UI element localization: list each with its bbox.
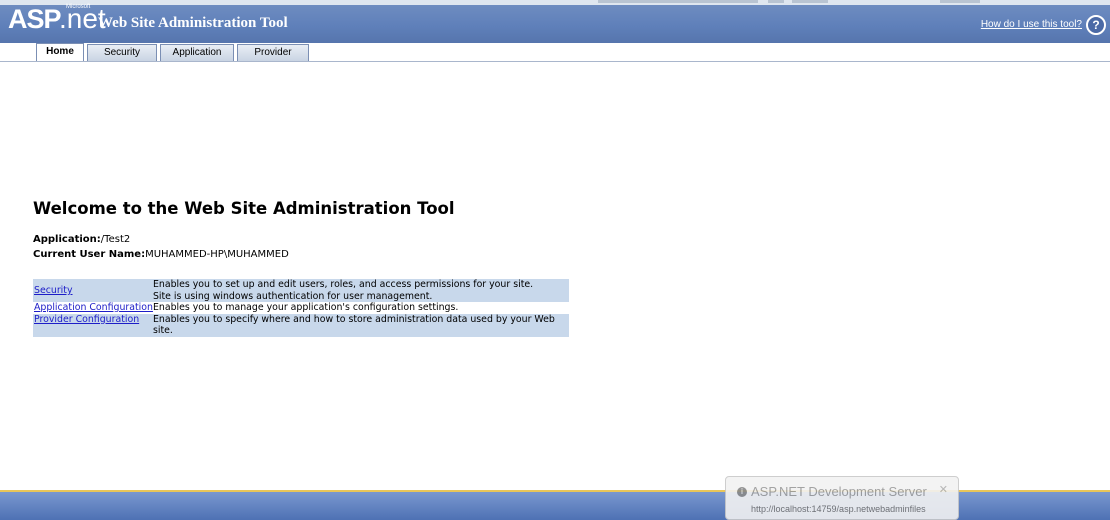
security-auth-note: Site is using windows authentication for… [152,290,433,302]
security-desc-cell: Enables you to set up and edit users, ro… [152,279,569,302]
admin-links-table: Security Enables you to set up and edit … [33,279,569,337]
provider-config-cell: Provider Configuration [33,313,153,337]
provider-configuration-link[interactable]: Provider Configuration [34,314,139,325]
security-desc: Enables you to set up and edit users, ro… [152,279,534,290]
application-configuration-link[interactable]: Application Configuration [34,302,153,313]
security-link[interactable]: Security [34,285,73,296]
app-header: ASP Microsoft .net Web Site Administrati… [0,3,1110,43]
current-user-info: Current User Name:MUHAMMED-HP\MUHAMMED [33,249,289,260]
notification-title: ASP.NET Development Server [751,484,927,499]
current-user-label: Current User Name: [33,249,146,260]
app-config-cell: Application Configuration [33,302,153,314]
strip-segment [940,0,980,3]
provider-config-desc: Enables you to specify where and how to … [152,313,569,337]
help-link[interactable]: How do I use this tool? [981,19,1082,30]
current-user-value: MUHAMMED-HP\MUHAMMED [145,249,289,260]
table-row: Application Configuration Enables you to… [33,302,569,314]
application-label: Application: [33,234,101,245]
dev-server-notification[interactable]: i ASP.NET Development Server ✕ http://lo… [725,476,959,520]
app-config-desc: Enables you to manage your application's… [152,302,569,314]
tab-application[interactable]: Application [160,44,234,61]
application-info: Application:/Test2 [33,234,130,245]
tab-bar: Home Security Application Provider [0,43,1110,62]
application-value: /Test2 [100,234,131,245]
tab-security[interactable]: Security [87,44,157,61]
table-row: Provider Configuration Enables you to sp… [33,313,569,337]
page-title: Welcome to the Web Site Administration T… [33,199,455,218]
strip-segment [598,0,758,3]
strip-segment [792,0,828,3]
strip-segment [768,0,784,3]
notification-url: http://localhost:14759/asp.netwebadminfi… [751,504,926,514]
tab-underline [0,61,1110,62]
help-icon[interactable]: ? [1086,15,1106,35]
logo-asp-text: ASP [8,4,62,34]
security-cell: Security [33,279,153,302]
tab-home[interactable]: Home [36,43,84,62]
app-title: Web Site Administration Tool [98,15,288,31]
table-row: Security Enables you to set up and edit … [33,279,569,302]
close-icon[interactable]: ✕ [939,483,948,496]
info-icon: i [737,487,747,497]
tab-provider[interactable]: Provider [237,44,309,61]
